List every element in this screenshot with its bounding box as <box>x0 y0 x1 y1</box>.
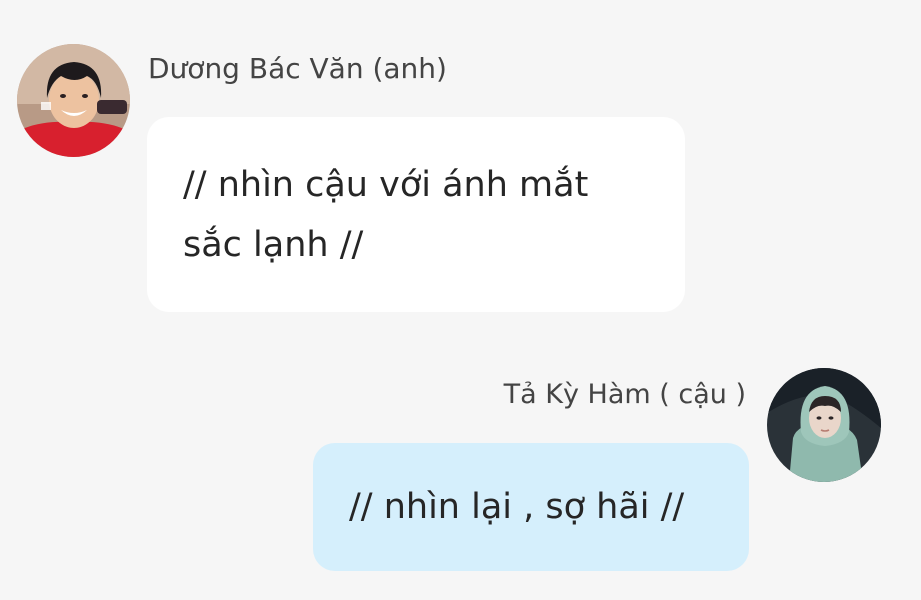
sender-name-right: Tả Kỳ Hàm ( cậu ) <box>503 379 746 410</box>
message-text-sent: // nhìn lại , sợ hãi // <box>349 487 685 527</box>
message-text-received: // nhìn cậu với ánh mắt sắc lạnh // <box>183 165 589 265</box>
avatar-duong-bac-van[interactable] <box>17 44 130 157</box>
boy-green-hoodie-avatar-image <box>767 368 881 482</box>
boy-red-shirt-avatar-image <box>17 44 130 157</box>
message-bubble-received[interactable]: // nhìn cậu với ánh mắt sắc lạnh // <box>147 117 685 312</box>
avatar-ta-ky-ham[interactable] <box>767 368 881 482</box>
sender-name-left: Dương Bác Văn (anh) <box>148 52 447 85</box>
message-bubble-sent[interactable]: // nhìn lại , sợ hãi // <box>313 443 749 571</box>
